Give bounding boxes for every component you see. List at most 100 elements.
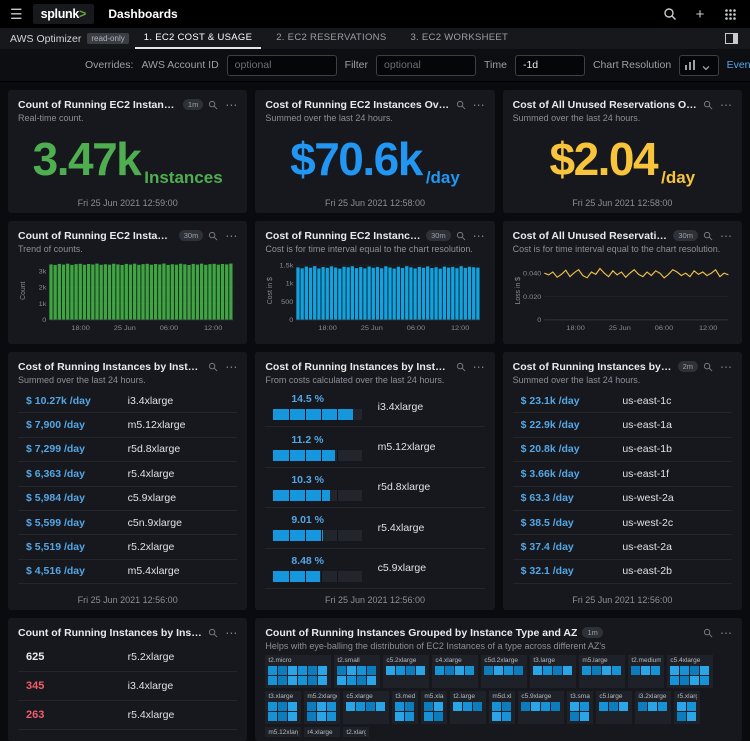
- panel-menu-icon[interactable]: ⋯: [225, 361, 237, 373]
- panel-timestamp: Fri 25 Jun 2021 12:56:00: [324, 595, 426, 605]
- table-row[interactable]: $ 3.66k /day us-east-1f: [512, 462, 732, 487]
- table-row[interactable]: 245m5.4xlarge: [18, 730, 237, 737]
- treemap-group[interactable]: c5.9xlarge: [518, 691, 565, 724]
- table-row[interactable]: $ 5,519 /day r5.2xlarge: [18, 535, 238, 560]
- filter-input[interactable]: [376, 54, 477, 76]
- open-in-search-icon[interactable]: [208, 100, 218, 110]
- treemap-group[interactable]: t2.xlarge: [343, 727, 370, 737]
- table-row[interactable]: 345 i3.4xlarge: [18, 672, 238, 701]
- add-icon[interactable]: +: [690, 4, 710, 24]
- panel-menu-icon[interactable]: ⋯: [720, 230, 732, 242]
- refresh-badge: 2m: [677, 361, 698, 372]
- table-row[interactable]: $ 10.27k /day i3.4xlarge: [18, 389, 238, 414]
- chart-resolution-select[interactable]: ⌄: [679, 54, 719, 76]
- panel-menu-icon[interactable]: ⋯: [225, 230, 237, 242]
- cell-value: 625: [26, 651, 45, 663]
- count-column-chart[interactable]: 0 1k 2k 3k 18:00 25 Jun 06:00 12:00 Count: [18, 256, 237, 340]
- treemap-group[interactable]: c5.2xlarge: [383, 655, 430, 688]
- gauge-row[interactable]: 14.5 % i3.4xlarge: [265, 387, 485, 428]
- hamburger-menu-icon[interactable]: ☰: [10, 7, 23, 21]
- table-row[interactable]: $ 5,599 /day c5n.9xlarge: [18, 511, 238, 536]
- table-row[interactable]: $ 7,900 /day m5.12xlarge: [18, 413, 238, 438]
- panel-menu-icon[interactable]: ⋯: [473, 361, 485, 373]
- apps-grid-icon[interactable]: [720, 4, 740, 24]
- table-row[interactable]: $ 7,299 /day r5d.8xlarge: [18, 438, 238, 463]
- gauge-row[interactable]: 8.48 % c5.9xlarge: [265, 549, 485, 589]
- table-row[interactable]: $ 4,516 /day m5.4xlarge: [18, 560, 238, 585]
- table-row[interactable]: 625 r5.2xlarge: [18, 643, 238, 672]
- panel-menu-icon[interactable]: ⋯: [720, 361, 732, 373]
- treemap-group[interactable]: r5.xlarge: [674, 691, 701, 724]
- open-in-search-icon[interactable]: [703, 231, 713, 241]
- table-row[interactable]: 263 r5.4xlarge: [18, 701, 238, 730]
- gauge-tick: [305, 570, 307, 582]
- open-in-search-icon[interactable]: [703, 100, 713, 110]
- table-row[interactable]: $ 63.3 /day us-west-2a: [512, 487, 732, 511]
- table-row[interactable]: $ 22.9k /day us-east-1a: [512, 413, 732, 438]
- tab-ec2-worksheet[interactable]: 3. EC2 WORKSHEET: [401, 28, 517, 49]
- account-id-input[interactable]: [226, 54, 337, 76]
- gauge-row[interactable]: 11.2 % m5.12xlarge: [265, 427, 485, 468]
- open-in-search-icon[interactable]: [456, 100, 466, 110]
- treemap-group[interactable]: i3.2xlarge: [635, 691, 672, 724]
- time-input[interactable]: [514, 54, 585, 76]
- panel-menu-icon[interactable]: ⋯: [473, 230, 485, 242]
- table-row[interactable]: $ 5,984 /day c5.9xlarge: [18, 487, 238, 511]
- table-row[interactable]: $ 6,363 /day r5.4xlarge: [18, 462, 238, 487]
- panel-menu-icon[interactable]: ⋯: [720, 627, 732, 639]
- treemap-group[interactable]: c5.4xlarge: [667, 655, 714, 688]
- panel-menu-icon[interactable]: ⋯: [473, 99, 485, 111]
- treemap-group[interactable]: c5.large: [596, 691, 633, 724]
- open-in-search-icon[interactable]: [703, 362, 713, 372]
- cost-column-chart[interactable]: 0 500 1k 1.5k 18:00 25 Jun 06:00 12:00 Cost in $: [265, 256, 484, 340]
- single-value: 3.47k Instances: [18, 123, 237, 195]
- treemap-group[interactable]: t2.medium: [628, 655, 665, 688]
- panel-menu-icon[interactable]: ⋯: [225, 99, 237, 111]
- treemap-group[interactable]: t3.small: [567, 691, 594, 724]
- treemap-group[interactable]: m5d.xlarge: [489, 691, 516, 724]
- search-icon[interactable]: [660, 4, 680, 24]
- treemap-group[interactable]: c4.xlarge: [432, 655, 479, 688]
- tab-ec2-cost-usage[interactable]: 1. EC2 COST & USAGE: [134, 28, 262, 49]
- table-row[interactable]: $ 37.4 /day us-east-2a: [512, 535, 732, 560]
- table-row[interactable]: $ 38.5 /day us-west-2c: [512, 511, 732, 536]
- cell-label: r5.2xlarge: [127, 651, 175, 663]
- table-row[interactable]: $ 23.1k /day us-east-1c: [512, 389, 732, 414]
- splunk-logo[interactable]: splunk >: [32, 4, 95, 24]
- panel-menu-icon[interactable]: ⋯: [225, 627, 237, 639]
- app-label: AWS Optimizer: [10, 32, 82, 45]
- treemap-group[interactable]: m5.2xlarge: [304, 691, 341, 724]
- treemap-group[interactable]: t3.medium: [392, 691, 419, 724]
- treemap-group-label: r4.xlarge: [307, 729, 333, 736]
- instance-cell: [484, 666, 494, 675]
- open-in-search-icon[interactable]: [703, 628, 713, 638]
- open-in-search-icon[interactable]: [208, 628, 218, 638]
- treemap-group[interactable]: c5d.2xlarge: [481, 655, 528, 688]
- gauge-row[interactable]: 10.3 % r5d.8xlarge: [265, 468, 485, 509]
- gauge-row[interactable]: 9.01 % r5.4xlarge: [265, 508, 485, 549]
- table-row[interactable]: $ 20.8k /day us-east-1b: [512, 438, 732, 463]
- treemap-group[interactable]: m5.large: [579, 655, 626, 688]
- cell-value: $ 38.5 /day: [520, 516, 574, 529]
- open-in-search-icon[interactable]: [208, 362, 218, 372]
- treemap-group[interactable]: m5.xlarge: [421, 691, 448, 724]
- panel-toggle-icon[interactable]: [725, 33, 738, 44]
- treemap-group[interactable]: t2.small: [334, 655, 381, 688]
- panel-menu-icon[interactable]: ⋯: [720, 99, 732, 111]
- treemap-group[interactable]: t2.large: [450, 691, 487, 724]
- open-in-search-icon[interactable]: [456, 362, 466, 372]
- event-overlay-link[interactable]: Event Overlay: [727, 59, 750, 71]
- tab-ec2-reservations[interactable]: 2. EC2 RESERVATIONS: [267, 28, 395, 49]
- svg-text:12:00: 12:00: [451, 324, 469, 332]
- open-in-search-icon[interactable]: [208, 231, 218, 241]
- open-in-search-icon[interactable]: [456, 231, 466, 241]
- treemap-group[interactable]: r4.xlarge: [304, 727, 341, 737]
- treemap-group[interactable]: t2.micro: [265, 655, 332, 688]
- loss-line-chart[interactable]: 0 0.020 0.040 18:00 25 Jun 06:00 12:00 Loss in …: [513, 256, 732, 340]
- instance-cell: [690, 676, 700, 685]
- treemap-group[interactable]: t3.xlarge: [265, 691, 302, 724]
- treemap-group[interactable]: t3.large: [530, 655, 577, 688]
- treemap-group[interactable]: m5.12xlarge: [265, 727, 302, 737]
- table-row[interactable]: $ 32.1 /day us-east-2b: [512, 560, 732, 585]
- treemap-group[interactable]: c5.xlarge: [343, 691, 390, 724]
